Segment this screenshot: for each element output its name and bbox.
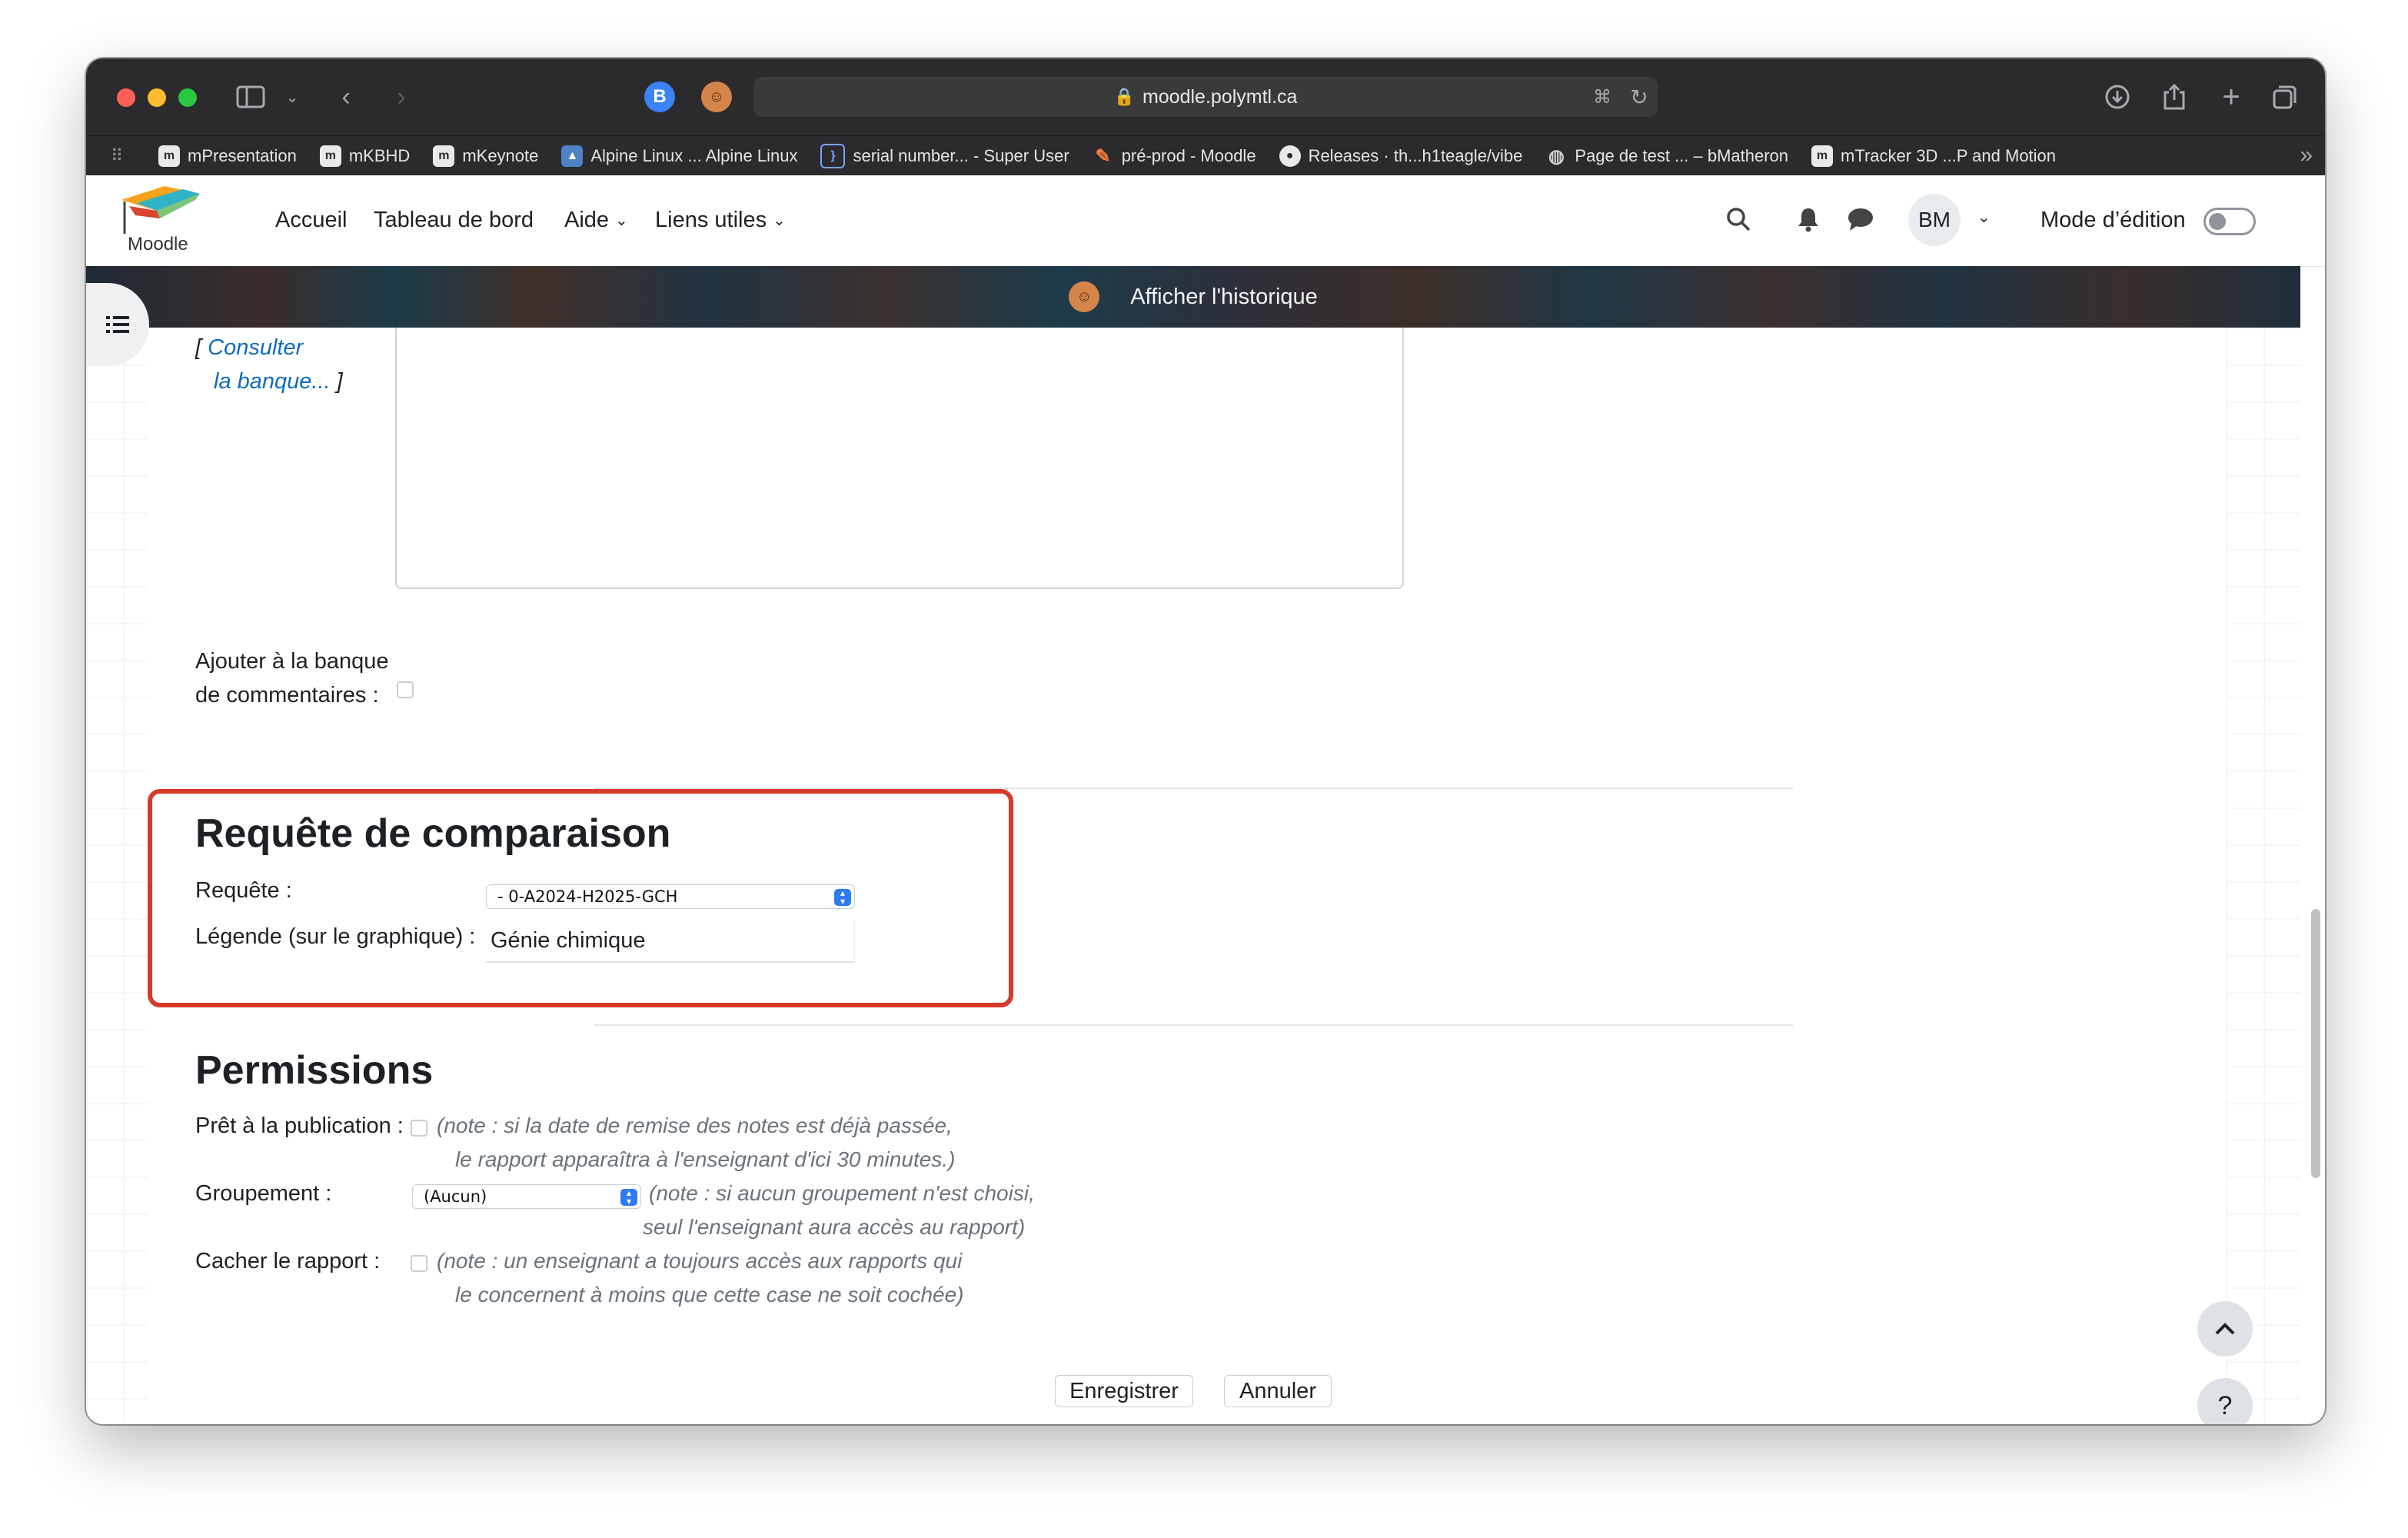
messages-icon[interactable] [1847, 206, 1874, 238]
grouping-note-line1: (note : si aucun groupement n'est choisi… [649, 1181, 1035, 1205]
legend-input[interactable]: Génie chimique [486, 920, 855, 963]
moodle-logo-text: Moodle [128, 234, 188, 255]
bookmark-mkbhd[interactable]: m mKBHD [319, 145, 410, 167]
more-bookmarks-icon[interactable]: » [2300, 142, 2313, 168]
grouping-label: Groupement : [195, 1181, 332, 1206]
history-banner[interactable]: ☺ Afficher l'historique [86, 266, 2300, 328]
background-grid [2227, 328, 2300, 1424]
globe-icon: ◍ [1548, 145, 1565, 167]
page-content: [ Consulter la banque... ] Ajouter à la … [86, 328, 2300, 1424]
hide-note-line1: (note : un enseignant a toujours accès a… [437, 1249, 963, 1273]
add-to-bank-label-line2: de commentaires : [195, 683, 379, 707]
minimize-window-button[interactable] [148, 88, 166, 107]
bell-icon[interactable] [1796, 206, 1821, 238]
lock-icon: 🔒 [1113, 87, 1135, 106]
chevron-down-icon: ⌄ [1977, 209, 1991, 226]
save-button[interactable]: Enregistrer [1055, 1375, 1193, 1407]
background-grid [86, 328, 148, 1424]
zoom-window-button[interactable] [178, 88, 197, 107]
bookmark-page-de-test[interactable]: ◍ Page de test ... – bMatheron [1545, 145, 1788, 167]
select-arrows-icon: ▴ ▾ [834, 888, 851, 906]
hide-note-line2: le concernent à moins que cette case ne … [455, 1283, 964, 1307]
add-to-bank-label-line1: Ajouter à la banque [195, 649, 389, 674]
bookmark-releases-vibe[interactable]: ● Releases · th...h1teagle/vibe [1279, 145, 1522, 167]
bookmarks-bar: ⠿ m mPresentation m mKBHD m mKeynote ▲ Alpin… [86, 135, 2325, 176]
back-to-top-button[interactable] [2197, 1301, 2253, 1357]
tab-overview-icon[interactable] [2268, 80, 2302, 114]
hide-report-label: Cacher le rapport : [195, 1249, 381, 1273]
back-icon[interactable]: ‹ [332, 80, 360, 114]
browser-window: ⌄ ‹ › B ☺ ☰ 🔒 moodle.polymtl.ca ⌘ ↻ + ⠿ … [86, 58, 2325, 1424]
ready-note-line1: (note : si la date de remise des notes e… [437, 1114, 953, 1137]
m-icon: m [433, 145, 455, 167]
feather-icon: ✎ [1095, 145, 1111, 167]
mountain-icon: ▲ [561, 145, 584, 167]
address-bar[interactable]: 🔒 moodle.polymtl.ca [753, 77, 1658, 117]
page-scrollbar[interactable] [2311, 909, 2320, 1178]
query-label: Requête : [195, 878, 292, 903]
chevron-down-icon: ⌄ [615, 212, 628, 229]
m-icon: m [319, 145, 341, 167]
query-select[interactable]: - 0-A2024-H2025-GCH ▴ ▾ [486, 884, 855, 909]
consult-bank-link-line2[interactable]: la banque... ] [214, 365, 343, 398]
search-icon[interactable] [1725, 206, 1751, 238]
question-mark-icon: ? [2217, 1390, 2233, 1420]
bookmark-super-user[interactable]: } serial number... - Super User [820, 144, 1069, 168]
user-menu-chevron[interactable]: ⌄ [1971, 208, 1991, 227]
moodle-extension-icon[interactable]: ☺ [701, 82, 732, 112]
moodle-extension-icon: ☺ [1069, 281, 1100, 312]
share-icon[interactable] [2157, 80, 2191, 114]
list-icon [106, 316, 129, 333]
bookmark-alpine-linux[interactable]: ▲ Alpine Linux ... Alpine Linux [561, 145, 797, 167]
browser-toolbar: ⌄ ‹ › B ☺ ☰ 🔒 moodle.polymtl.ca ⌘ ↻ + [86, 58, 2325, 135]
grouping-note-line2: seul l'enseignant aura accès au rapport) [643, 1215, 1026, 1239]
translate-icon[interactable]: ⌘ [1587, 80, 1618, 114]
apps-grid-icon[interactable]: ⠿ [111, 146, 151, 166]
m-icon: m [158, 145, 180, 167]
brace-icon: } [820, 144, 846, 168]
edit-mode-label: Mode d’édition [2040, 208, 2186, 232]
comment-textarea[interactable] [395, 328, 1404, 589]
chevron-up-icon [2215, 1323, 2235, 1335]
download-icon[interactable] [2100, 80, 2134, 114]
bookmark-mpresentation[interactable]: m mPresentation [158, 145, 297, 167]
nav-accueil[interactable]: Accueil [275, 208, 348, 233]
bookmark-mtracker[interactable]: m mTracker 3D ...P and Motion [1811, 145, 2056, 167]
m-icon: m [1811, 145, 1834, 167]
forward-icon[interactable]: › [387, 80, 415, 114]
comparison-heading: Requête de comparaison [195, 811, 671, 856]
reload-icon[interactable]: ↻ [1624, 80, 1655, 114]
edit-mode-toggle[interactable] [2203, 208, 2256, 235]
hide-report-checkbox[interactable] [411, 1255, 427, 1272]
section-divider [594, 1024, 1793, 1026]
extension-b-icon[interactable]: B [644, 82, 675, 112]
consult-bank-link-line1[interactable]: [ Consulter [195, 331, 303, 365]
github-icon: ● [1279, 145, 1301, 167]
history-banner-label: Afficher l'historique [1130, 284, 1318, 309]
select-arrows-icon: ▴ ▾ [620, 1188, 637, 1206]
nav-liens-utiles[interactable]: Liens utiles ⌄ [655, 208, 786, 233]
legend-label: Légende (sur le graphique) : [195, 924, 476, 949]
cancel-button[interactable]: Annuler [1224, 1375, 1332, 1407]
chevron-down-icon: ⌄ [773, 212, 786, 229]
add-to-bank-checkbox[interactable] [397, 681, 414, 698]
bookmark-preprod-moodle[interactable]: ✎ pré-prod - Moodle [1093, 145, 1256, 167]
sidebar-toggle-icon[interactable] [234, 80, 268, 114]
url-text: moodle.polymtl.ca [1142, 85, 1298, 108]
ready-note-line2: le rapport apparaîtra à l'enseignant d'i… [455, 1147, 956, 1171]
nav-tableau-de-bord[interactable]: Tableau de bord [374, 208, 534, 233]
nav-aide[interactable]: Aide ⌄ [564, 208, 628, 233]
grouping-select[interactable]: (Aucun) ▴ ▾ [412, 1184, 641, 1209]
permissions-heading: Permissions [195, 1048, 434, 1093]
user-avatar[interactable]: BM [1908, 194, 1961, 246]
moodle-navbar: Moodle Accueil Tableau de bord Aide ⌄ Lie… [86, 175, 2325, 267]
chevron-down-icon[interactable]: ⌄ [283, 80, 301, 114]
ready-label: Prêt à la publication : [195, 1114, 404, 1138]
new-tab-icon[interactable]: + [2214, 80, 2248, 114]
bookmark-mkeynote[interactable]: m mKeynote [433, 145, 538, 167]
ready-checkbox[interactable] [411, 1120, 427, 1137]
close-window-button[interactable] [117, 88, 135, 107]
